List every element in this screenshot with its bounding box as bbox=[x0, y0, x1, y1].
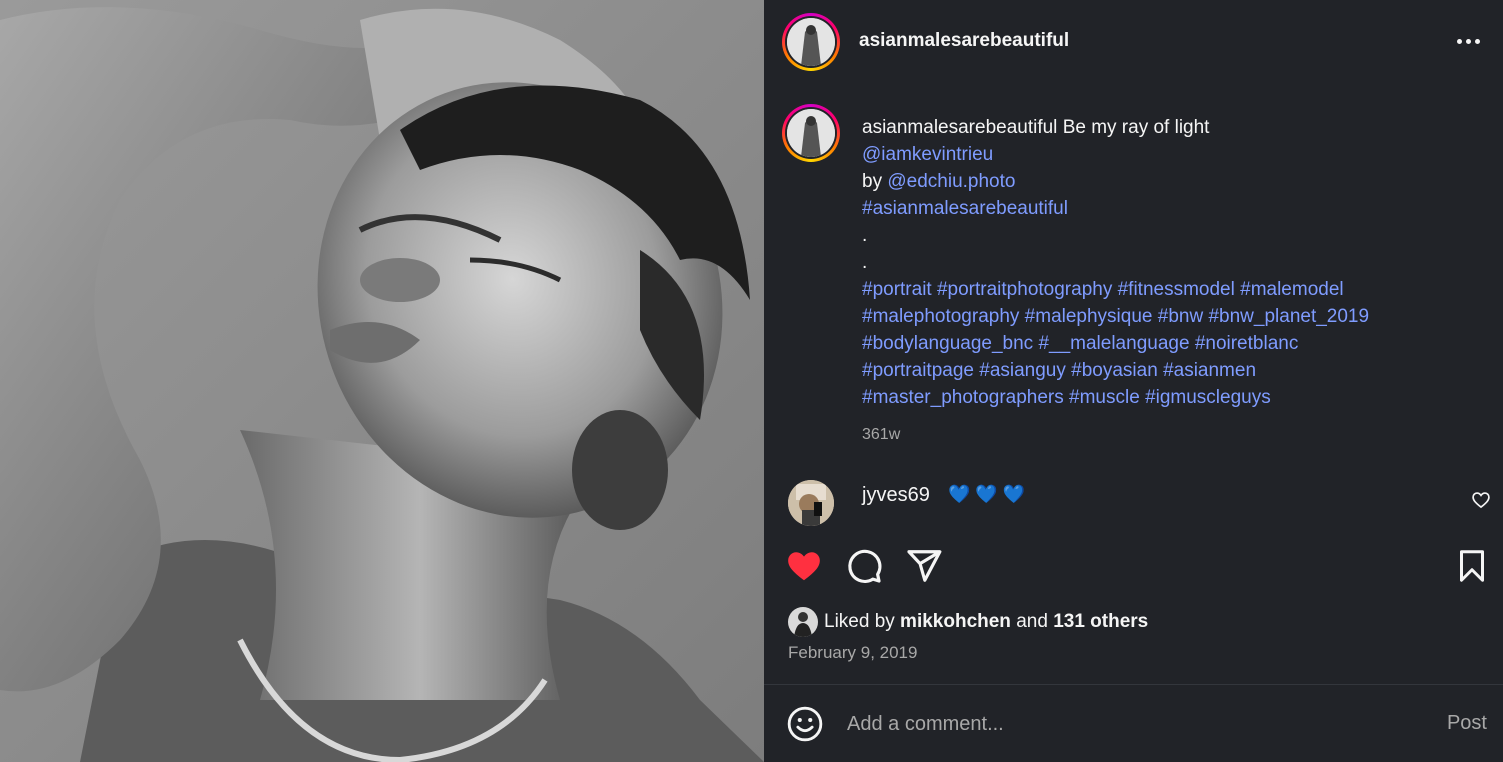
hashtag-link[interactable]: #asianmen bbox=[1163, 360, 1256, 381]
comment-icon bbox=[848, 549, 882, 583]
hashtag-link[interactable]: #portraitphotography bbox=[937, 279, 1112, 300]
mention-model-link[interactable]: @iamkevintrieu bbox=[862, 144, 993, 165]
comment-button[interactable] bbox=[844, 546, 884, 586]
post-header: asianmalesarebeautiful bbox=[764, 0, 1503, 84]
post-details-panel: asianmalesarebeautiful asianmalesarebeau… bbox=[764, 0, 1503, 762]
hashtag-link[interactable]: #asianmalesarebeautiful bbox=[862, 198, 1068, 219]
hashtag-line: #portrait #portraitphotography #fitnessm… bbox=[862, 276, 1462, 303]
send-icon bbox=[907, 550, 942, 582]
hashtag-link[interactable]: #__malelanguage bbox=[1038, 333, 1189, 354]
likes-middle: and bbox=[1010, 611, 1054, 632]
like-button[interactable] bbox=[784, 546, 824, 586]
likes-prefix: Liked by bbox=[824, 611, 901, 632]
caption-username[interactable]: asianmalesarebeautiful bbox=[862, 117, 1057, 138]
more-options-button[interactable] bbox=[1453, 26, 1483, 56]
hashtag-link[interactable]: #fitnessmodel bbox=[1118, 279, 1235, 300]
caption-avatar[interactable] bbox=[782, 104, 840, 162]
liker-username[interactable]: mikkohchen bbox=[900, 611, 1011, 633]
mention-photographer-link[interactable]: @edchiu.photo bbox=[887, 171, 1015, 192]
more-horizontal-icon bbox=[1456, 38, 1462, 44]
likes-summary: Liked by mikkohchen and 131 others bbox=[788, 606, 1148, 638]
post-username[interactable]: asianmalesarebeautiful bbox=[859, 30, 1069, 52]
add-comment-bar: Post bbox=[764, 685, 1503, 762]
avatar-image bbox=[787, 18, 835, 66]
hashtag-link[interactable]: #asianguy bbox=[979, 360, 1066, 381]
hashtag-link[interactable]: #portraitpage bbox=[862, 360, 974, 381]
caption-timestamp[interactable]: 361w bbox=[862, 421, 1462, 448]
commenter-avatar[interactable] bbox=[788, 480, 834, 526]
hashtag-link[interactable]: #malephotography bbox=[862, 306, 1019, 327]
hashtag-link[interactable]: #malemodel bbox=[1240, 279, 1344, 300]
share-button[interactable] bbox=[904, 546, 944, 586]
likes-others-link[interactable]: 131 others bbox=[1053, 611, 1148, 633]
profile-avatar[interactable] bbox=[782, 13, 840, 71]
hashtag-link[interactable]: #igmuscleguys bbox=[1145, 387, 1271, 408]
hashtag-link[interactable]: #noiretblanc bbox=[1195, 333, 1299, 354]
liker-avatar[interactable] bbox=[788, 607, 818, 637]
caption-by-text: by bbox=[862, 171, 883, 192]
hashtag-block: #portrait #portraitphotography #fitnessm… bbox=[862, 276, 1462, 411]
post-date[interactable]: February 9, 2019 bbox=[788, 643, 917, 663]
hashtag-line: #master_photographers #muscle #igmuscleg… bbox=[862, 384, 1462, 411]
bookmark-icon bbox=[1460, 550, 1484, 582]
hashtag-link[interactable]: #boyasian bbox=[1071, 360, 1158, 381]
emoji-button[interactable] bbox=[786, 705, 824, 743]
caption-dot: . bbox=[862, 225, 868, 246]
post-photo[interactable] bbox=[0, 0, 764, 762]
emoji-icon bbox=[787, 706, 823, 742]
post-comment-button[interactable]: Post bbox=[1447, 712, 1487, 735]
save-button[interactable] bbox=[1452, 546, 1492, 586]
caption-dot: . bbox=[862, 252, 868, 273]
hashtag-link[interactable]: #bnw bbox=[1158, 306, 1203, 327]
hashtag-link[interactable]: #bodylanguage_bnc bbox=[862, 333, 1033, 354]
caption-body: asianmalesarebeautiful Be my ray of ligh… bbox=[862, 114, 1462, 448]
heart-filled-icon bbox=[788, 552, 820, 581]
hashtag-link[interactable]: #master_photographers bbox=[862, 387, 1064, 408]
avatar-image bbox=[787, 109, 835, 157]
comment-text: 💙 💙 💙 bbox=[948, 484, 1026, 504]
action-bar bbox=[764, 540, 1503, 592]
hashtag-line: #bodylanguage_bnc #__malelanguage #noire… bbox=[862, 330, 1462, 357]
hashtag-line: #portraitpage #asianguy #boyasian #asian… bbox=[862, 357, 1462, 384]
hashtag-line: #malephotography #malephysique #bnw #bnw… bbox=[862, 303, 1462, 330]
comment-row: jyves69 💙 💙 💙 bbox=[764, 478, 1503, 528]
comment-input[interactable] bbox=[847, 707, 1407, 741]
like-comment-button[interactable] bbox=[1471, 490, 1491, 510]
heart-outline-icon bbox=[1472, 492, 1490, 509]
caption-title: Be my ray of light bbox=[1062, 117, 1210, 138]
hashtag-link[interactable]: #bnw_planet_2019 bbox=[1208, 306, 1369, 327]
hashtag-link[interactable]: #malephysique bbox=[1025, 306, 1153, 327]
portrait-image bbox=[0, 0, 764, 762]
commenter-username[interactable]: jyves69 bbox=[862, 484, 930, 507]
hashtag-link[interactable]: #muscle bbox=[1069, 387, 1140, 408]
hashtag-link[interactable]: #portrait bbox=[862, 279, 932, 300]
